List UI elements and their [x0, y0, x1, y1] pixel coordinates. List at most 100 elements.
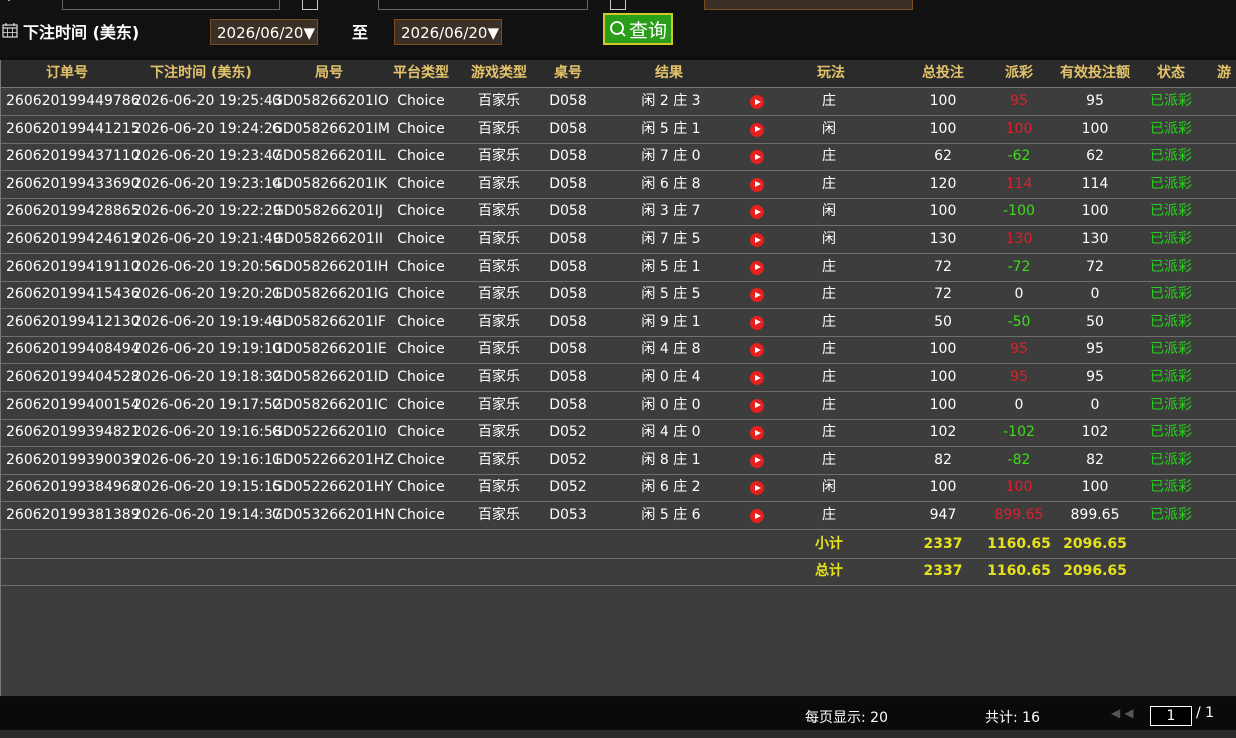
play-video-icon[interactable] — [750, 481, 764, 496]
table-no-cell: D058 — [549, 258, 587, 275]
filter-input-1[interactable] — [62, 0, 280, 10]
payout-cell: 95 — [1010, 93, 1028, 109]
play-video-icon[interactable] — [750, 122, 764, 137]
play-type-cell: 庄 — [822, 369, 836, 385]
play-type-cell: 闲 — [822, 231, 836, 247]
bet-time-cell: 2026-06-20 19:20:56 — [133, 258, 282, 275]
game-type-cell: 百家乐 — [478, 396, 520, 413]
query-button[interactable]: 查询 — [603, 13, 673, 45]
status-cell: 已派彩 — [1150, 451, 1192, 468]
game-type-cell: 百家乐 — [478, 286, 520, 303]
bet-time-cell: 2026-06-20 19:19:10 — [133, 341, 282, 358]
game-no-cell: GD058266201ID — [272, 369, 389, 385]
play-video-icon[interactable] — [750, 371, 764, 385]
valid-bet-cell: 95 — [1086, 369, 1104, 385]
filter-input-2[interactable] — [378, 0, 588, 10]
per-page-text: 每页显示: 20 — [805, 710, 888, 726]
game-no-cell: GD058266201IE — [272, 341, 387, 358]
column-payout[interactable]: 派彩 — [987, 60, 1051, 88]
total-pages-text: / 1 — [1196, 705, 1215, 721]
result-cell: 闲 2 庄 3 — [641, 93, 701, 109]
game-type-cell: 百家乐 — [478, 424, 520, 441]
play-video-icon[interactable] — [750, 453, 764, 468]
bet-time-cell: 2026-06-20 19:22:29 — [133, 203, 282, 220]
valid-bet-cell: 62 — [1086, 148, 1104, 165]
table-row[interactable]: 260620199449786 2026-06-20 19:25:43 GD0582… — [1, 88, 1236, 116]
column-overflow[interactable]: 游 — [1217, 60, 1236, 88]
column-table-no[interactable]: 桌号 — [537, 60, 599, 88]
play-video-icon[interactable] — [750, 509, 764, 523]
chevron-down-icon[interactable]: ⌄ — [4, 0, 14, 4]
column-game-type[interactable]: 游戏类型 — [467, 60, 531, 88]
table-row[interactable]: 260620199428865 2026-06-20 19:22:29 GD0582… — [1, 198, 1236, 227]
game-type-cell: 百家乐 — [478, 175, 520, 192]
bet-time-cell: 2026-06-20 19:16:11 — [133, 451, 282, 468]
page-number-input[interactable]: 1 — [1150, 706, 1192, 726]
column-game-no[interactable]: 局号 — [297, 60, 361, 88]
end-date-select[interactable]: 2026/06/20▼ — [394, 19, 502, 45]
play-video-icon[interactable] — [750, 288, 764, 303]
play-video-icon[interactable] — [750, 205, 764, 220]
play-video-icon[interactable] — [750, 233, 764, 247]
table-row[interactable]: 260620199408494 2026-06-20 19:19:10 GD0582… — [1, 336, 1236, 365]
column-order[interactable]: 订单号 — [31, 60, 103, 88]
filter-checkbox-2[interactable] — [610, 0, 626, 10]
column-valid-bet[interactable]: 有效投注额 — [1057, 60, 1133, 88]
start-date-select[interactable]: 2026/06/20▼ — [210, 19, 318, 45]
bet-records-table: 订单号 下注时间 (美东) 局号 平台类型 游戏类型 桌号 结果 玩法 总投注 … — [0, 60, 1236, 696]
column-platform[interactable]: 平台类型 — [391, 60, 451, 88]
valid-bet-cell: 82 — [1086, 451, 1104, 468]
table-row[interactable]: 260620199384968 2026-06-20 19:15:15 GD0522… — [1, 474, 1236, 503]
status-cell: 已派彩 — [1150, 203, 1192, 220]
table-no-cell: D058 — [549, 231, 587, 247]
table-row[interactable]: 260620199400154 2026-06-20 19:17:52 GD0582… — [1, 392, 1236, 420]
bet-time-cell: 2026-06-20 19:25:43 — [133, 93, 282, 109]
table-row[interactable]: 260620199419110 2026-06-20 19:20:56 GD0582… — [1, 254, 1236, 282]
result-cell: 闲 5 庄 6 — [641, 507, 701, 523]
table-no-cell: D052 — [549, 451, 587, 468]
table-row[interactable]: 260620199412130 2026-06-20 19:19:49 GD0582… — [1, 309, 1236, 337]
table-row[interactable]: 260620199437110 2026-06-20 19:23:47 GD0582… — [1, 143, 1236, 172]
play-video-icon[interactable] — [750, 150, 764, 165]
play-type-cell: 闲 — [822, 203, 836, 220]
column-bet-time[interactable]: 下注时间 (美东) — [141, 60, 261, 88]
play-video-icon[interactable] — [750, 95, 764, 109]
table-row[interactable]: 260620199394821 2026-06-20 19:16:58 GD0522… — [1, 419, 1236, 448]
game-type-cell: 百家乐 — [478, 203, 520, 220]
status-cell: 已派彩 — [1150, 175, 1192, 192]
play-type-cell: 庄 — [822, 341, 836, 358]
bet-time-cell: 2026-06-20 19:23:47 — [133, 148, 282, 165]
play-video-icon[interactable] — [750, 315, 764, 330]
table-row[interactable]: 260620199441215 2026-06-20 19:24:26 GD0582… — [1, 116, 1236, 144]
table-row[interactable]: 260620199404528 2026-06-20 19:18:32 GD0582… — [1, 364, 1236, 392]
play-video-icon[interactable] — [750, 177, 764, 192]
valid-bet-cell: 102 — [1081, 424, 1109, 441]
column-play-type[interactable]: 玩法 — [799, 60, 863, 88]
play-video-icon[interactable] — [750, 343, 764, 358]
table-no-cell: D058 — [549, 341, 587, 358]
filter-select[interactable] — [704, 0, 913, 10]
result-cell: 闲 4 庄 0 — [641, 424, 701, 441]
column-result[interactable]: 结果 — [637, 60, 701, 88]
status-cell: 已派彩 — [1150, 286, 1192, 303]
filter-checkbox-1[interactable] — [302, 0, 318, 10]
table-row[interactable]: 260620199424619 2026-06-20 19:21:49 GD0582… — [1, 226, 1236, 254]
play-video-icon[interactable] — [750, 426, 764, 441]
platform-cell: Choice — [397, 175, 445, 192]
total-bet-cell: 130 — [929, 231, 957, 247]
prev-page-arrows-icon[interactable]: ◀◀ — [1111, 706, 1137, 720]
bet-time-cell: 2026-06-20 19:16:58 — [133, 424, 282, 441]
table-row[interactable]: 260620199390039 2026-06-20 19:16:11 GD0522… — [1, 447, 1236, 475]
column-total-bet[interactable]: 总投注 — [911, 60, 975, 88]
table-row[interactable]: 260620199381389 2026-06-20 19:14:37 GD0532… — [1, 502, 1236, 530]
play-video-icon[interactable] — [750, 398, 764, 413]
platform-cell: Choice — [397, 120, 445, 137]
payout-cell: -72 — [1007, 258, 1031, 275]
total-bet: 2337 — [923, 563, 963, 579]
play-video-icon[interactable] — [750, 260, 764, 275]
table-row[interactable]: 260620199433690 2026-06-20 19:23:14 GD0582… — [1, 171, 1236, 199]
table-row[interactable]: 260620199415436 2026-06-20 19:20:21 GD0582… — [1, 281, 1236, 310]
game-type-cell: 百家乐 — [478, 507, 520, 523]
bet-time-cell: 2026-06-20 19:15:15 — [133, 479, 282, 496]
column-status[interactable]: 状态 — [1139, 60, 1203, 88]
